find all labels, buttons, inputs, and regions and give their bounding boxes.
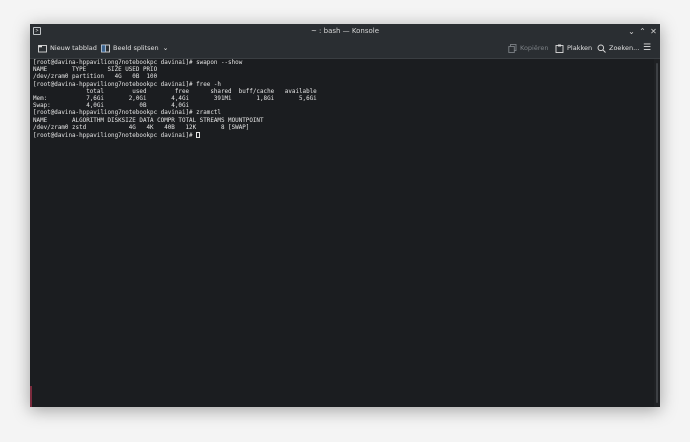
text-cursor xyxy=(196,131,201,138)
find-label: Zoeken... xyxy=(609,44,640,52)
copy-label: Kopiëren xyxy=(520,44,549,52)
main-toolbar: Nieuw tabblad Beeld splitsen ⌄ Kopiëren xyxy=(30,39,660,59)
chevron-down-icon: ⌄ xyxy=(162,44,169,52)
terminal-scrollbar[interactable] xyxy=(654,59,660,407)
terminal-line: /dev/zram0 zstd 4G 4K 40B 12K 8 [SWAP] xyxy=(33,124,250,131)
search-icon xyxy=(597,44,606,53)
copy-icon xyxy=(508,44,517,53)
terminal-line: [root@davina-hppaviliong7notebookpc davi… xyxy=(33,110,221,117)
split-view-button[interactable]: Beeld splitsen ⌄ xyxy=(101,39,169,58)
terminal-line: Mem: 7,6Gi 2,0Gi 4,4Gi 391Mi 1,8Gi 5,6Gi xyxy=(33,95,317,102)
terminal-prompt: [root@davina-hppaviliong7notebookpc davi… xyxy=(33,132,197,139)
title-bar[interactable]: > ~ : bash — Konsole ⌄ ⌃ ✕ xyxy=(30,24,660,39)
new-tab-label: Nieuw tabblad xyxy=(50,44,97,52)
window-title: ~ : bash — Konsole xyxy=(310,27,380,35)
find-button[interactable]: Zoeken... xyxy=(597,39,639,58)
close-button[interactable]: ✕ xyxy=(648,26,659,37)
konsole-window: > ~ : bash — Konsole ⌄ ⌃ ✕ Nieuw tabblad… xyxy=(30,24,660,407)
paste-button[interactable]: Plakken xyxy=(555,39,592,58)
terminal-line: NAME ALGORITHM DISKSIZE DATA COMPR TOTAL… xyxy=(33,117,264,124)
terminal-line: [root@davina-hppaviliong7notebookpc davi… xyxy=(33,60,243,66)
terminal-line: [root@davina-hppaviliong7notebookpc davi… xyxy=(33,81,221,88)
split-view-icon xyxy=(101,44,110,53)
new-tab-button[interactable]: Nieuw tabblad xyxy=(38,39,97,58)
new-tab-icon xyxy=(38,45,47,53)
paste-label: Plakken xyxy=(567,44,593,52)
terminal-line: /dev/zram0 partition 4G 0B 100 xyxy=(33,74,158,81)
window-edge-marker xyxy=(30,386,32,407)
terminal-line: total used free shared buff/cache availa… xyxy=(33,88,317,95)
hamburger-menu-icon: ☰ xyxy=(643,43,652,53)
paste-icon xyxy=(555,44,564,53)
terminal-line: NAME TYPE SIZE USED PRIO xyxy=(33,67,158,74)
terminal-line: Swap: 4,0Gi 0B 4,0Gi xyxy=(33,103,190,110)
terminal-prompt-line[interactable]: [root@davina-hppaviliong7notebookpc davi… xyxy=(33,131,654,139)
split-view-label: Beeld splitsen xyxy=(113,44,159,52)
minimize-button[interactable]: ⌄ xyxy=(626,26,637,37)
maximize-button[interactable]: ⌃ xyxy=(637,26,648,37)
scrollbar-thumb[interactable] xyxy=(656,63,658,403)
terminal-output[interactable]: [root@davina-hppaviliong7notebookpc davi… xyxy=(30,59,654,407)
hamburger-menu-button[interactable]: ☰ xyxy=(643,39,651,58)
copy-button[interactable]: Kopiëren xyxy=(508,39,549,58)
